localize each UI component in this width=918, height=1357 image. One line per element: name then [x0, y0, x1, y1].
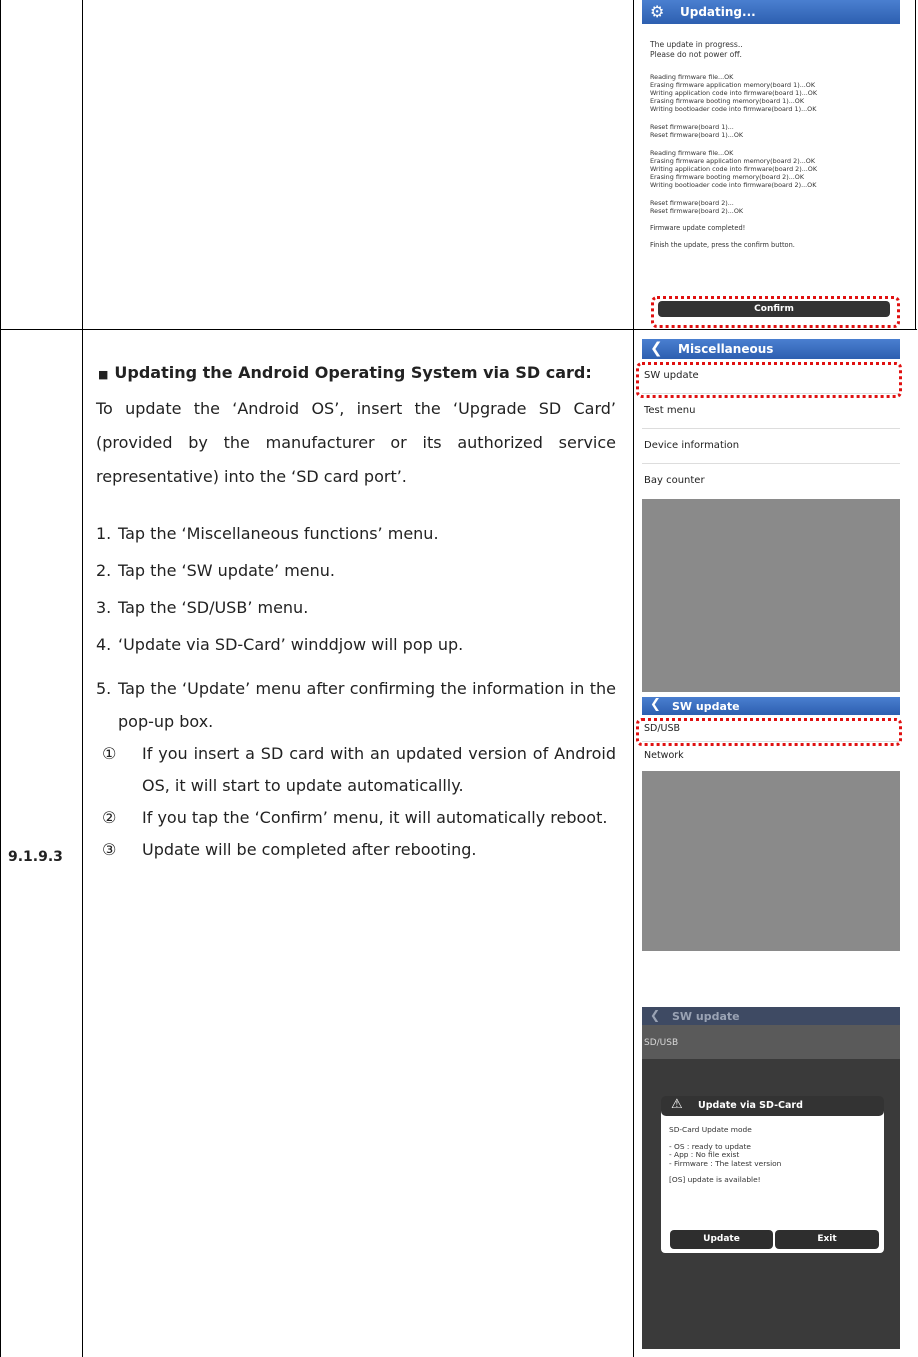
dialog-titlebar-dimmed: ❮ SW update — [642, 1007, 900, 1025]
step-item: 5. Tap the ‘Update’ menu after confirmin… — [96, 679, 616, 731]
dimmed-sd-usb-item: SD/USB — [642, 1025, 900, 1059]
table-right-border — [915, 0, 916, 330]
misc-empty-area — [642, 499, 900, 692]
dialog-body: SD-Card Update mode - OS : ready to upda… — [669, 1125, 782, 1185]
table-col2-border — [633, 0, 634, 1357]
step-item: 1. Tap the ‘Miscellaneous functions’ men… — [96, 524, 439, 543]
section-number: 9.1.9.3 — [8, 849, 63, 865]
step-item: 3. Tap the ‘SD/USB’ menu. — [96, 598, 309, 617]
back-arrow-icon[interactable]: ❮ — [650, 697, 661, 712]
back-arrow-icon: ❮ — [650, 1008, 661, 1022]
exit-button[interactable]: Exit — [775, 1230, 879, 1249]
table-left-border — [0, 0, 1, 1357]
substep-item: ② If you tap the ‘Confirm’ menu, it will… — [102, 808, 608, 827]
substep-item: ① If you insert a SD card with an update… — [102, 744, 616, 795]
table-col1-border — [82, 0, 83, 1357]
step-list: 1. Tap the ‘Miscellaneous functions’ men… — [96, 524, 616, 738]
highlight-sw-update — [636, 362, 902, 398]
sw-titlebar: ❮ SW update — [642, 697, 900, 715]
dialog-header: ⚠ Update via SD-Card — [661, 1096, 884, 1116]
table-row-divider — [0, 329, 917, 330]
updating-titlebar: ⚙ Updating... — [642, 0, 900, 24]
heading-bullet: ■ — [98, 368, 109, 381]
misc-titlebar: ❮ Miscellaneous — [642, 339, 900, 359]
step-item: 2. Tap the ‘SW update’ menu. — [96, 561, 336, 580]
screenshot-updating: ⚙ Updating... The update in progress.. P… — [642, 0, 900, 326]
instructions: ■ Updating the Android Operating System v… — [96, 356, 616, 866]
updating-log: The update in progress.. Please do not p… — [650, 40, 818, 250]
misc-menu-item[interactable]: Test menu — [642, 394, 900, 429]
substep-list: ① If you insert a SD card with an update… — [96, 738, 616, 866]
gear-icon: ⚙ — [650, 2, 665, 21]
highlight-confirm — [651, 296, 900, 328]
warning-icon: ⚠ — [671, 1097, 683, 1112]
sw-empty-area — [642, 771, 900, 951]
back-arrow-icon[interactable]: ❮ — [650, 339, 663, 357]
screenshot-update-dialog: ❮ SW update SD/USB ⚠ Update via SD-Card … — [642, 1007, 900, 1349]
section-heading: ■ Updating the Android Operating System v… — [98, 363, 592, 382]
update-dialog: ⚠ Update via SD-Card SD-Card Update mode… — [661, 1096, 884, 1253]
substep-item: ③ Update will be completed after rebooti… — [102, 840, 477, 859]
intro-paragraph: To update the ‘Android OS’, insert the ‘… — [96, 399, 616, 486]
update-button[interactable]: Update — [670, 1230, 773, 1249]
misc-menu-item[interactable]: Bay counter — [642, 464, 900, 498]
step-item: 4. ‘Update via SD-Card’ winddjow will po… — [96, 635, 464, 654]
misc-menu-item[interactable]: Device information — [642, 429, 900, 464]
highlight-sd-usb — [636, 718, 902, 746]
